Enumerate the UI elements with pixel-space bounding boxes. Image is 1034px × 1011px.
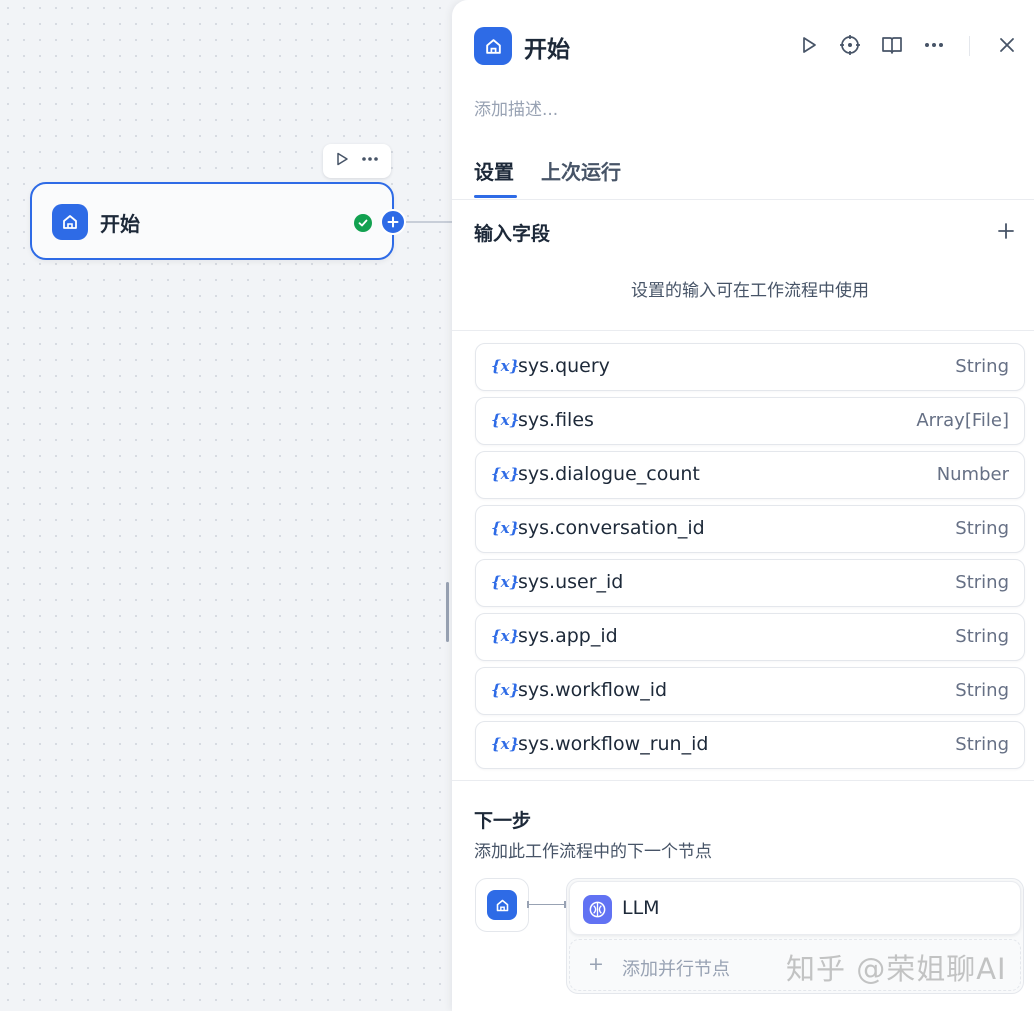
variable-name: sys.workflow_run_id	[518, 733, 709, 755]
variable-name: sys.query	[518, 355, 610, 377]
section-divider	[452, 780, 1034, 781]
run-node-icon[interactable]	[334, 151, 350, 171]
variable-name: sys.app_id	[518, 625, 618, 647]
variable-type: String	[955, 734, 1009, 755]
variable-icon: {x}	[491, 681, 520, 699]
tab-settings[interactable]: 设置	[474, 156, 514, 185]
home-icon	[487, 890, 517, 920]
node-panel: 开始 添加描述... 设置 上次运行 输入字段 设置的输入可在工作流程中使用 {…	[452, 0, 1034, 1011]
variable-type: Number	[936, 464, 1009, 485]
variable-icon: {x}	[491, 627, 520, 645]
variable-icon: {x}	[491, 573, 520, 591]
variable-name: sys.user_id	[518, 571, 624, 593]
variable-type: String	[955, 356, 1009, 377]
active-tab-indicator	[474, 195, 517, 198]
header-divider	[969, 36, 970, 56]
variable-row[interactable]: {x} sys.dialogue_count Number	[475, 451, 1025, 499]
next-node-label: LLM	[622, 897, 660, 919]
home-icon	[474, 27, 512, 65]
add-node-button[interactable]	[380, 209, 406, 235]
watermark: 知乎 @荣姐聊AI	[786, 952, 1007, 986]
more-icon[interactable]	[919, 30, 949, 60]
locate-icon[interactable]	[835, 30, 865, 60]
variable-type: String	[955, 572, 1009, 593]
variable-name: sys.conversation_id	[518, 517, 705, 539]
variable-row[interactable]: {x} sys.query String	[475, 343, 1025, 391]
variable-name: sys.files	[518, 409, 594, 431]
add-parallel-label: 添加并行节点	[622, 959, 730, 980]
variable-row[interactable]: {x} sys.user_id String	[475, 559, 1025, 607]
node-title: 开始	[100, 212, 140, 236]
run-icon[interactable]	[794, 30, 824, 60]
next-step-source	[475, 878, 529, 932]
panel-resize-handle[interactable]	[446, 582, 449, 642]
input-fields-hint: 设置的输入可在工作流程中使用	[631, 281, 869, 301]
book-icon[interactable]	[877, 30, 907, 60]
next-step-description: 添加此工作流程中的下一个节点	[474, 842, 712, 862]
next-node-llm[interactable]: LLM	[569, 881, 1021, 935]
variable-icon: {x}	[491, 465, 520, 483]
llm-icon	[583, 895, 612, 924]
description-input[interactable]: 添加描述...	[474, 95, 558, 120]
home-icon	[52, 204, 88, 240]
variable-type: String	[955, 680, 1009, 701]
variable-icon: {x}	[491, 411, 520, 429]
tab-last-run[interactable]: 上次运行	[541, 156, 621, 185]
tab-divider	[452, 199, 1034, 200]
variable-type: Array[File]	[916, 410, 1009, 431]
plus-icon: +	[588, 953, 604, 975]
connector-cap	[527, 901, 529, 908]
panel-title[interactable]: 开始	[524, 30, 570, 64]
variable-icon: {x}	[491, 357, 520, 375]
variable-row[interactable]: {x} sys.workflow_run_id String	[475, 721, 1025, 769]
start-node[interactable]: 开始	[30, 182, 394, 260]
variable-type: String	[955, 626, 1009, 647]
input-fields-title: 输入字段	[474, 223, 551, 245]
check-icon	[354, 214, 372, 232]
variable-icon: {x}	[491, 735, 520, 753]
edge-line	[406, 221, 452, 223]
variable-type: String	[955, 518, 1009, 539]
close-icon[interactable]	[992, 30, 1022, 60]
add-input-icon[interactable]	[994, 219, 1018, 243]
section-divider	[452, 330, 1034, 331]
variable-name: sys.workflow_id	[518, 679, 668, 701]
node-more-icon[interactable]	[360, 151, 380, 171]
variable-row[interactable]: {x} sys.files Array[File]	[475, 397, 1025, 445]
variable-row[interactable]: {x} sys.conversation_id String	[475, 505, 1025, 553]
node-toolbar	[323, 144, 391, 178]
variable-row[interactable]: {x} sys.app_id String	[475, 613, 1025, 661]
connector-line	[529, 904, 565, 905]
variable-name: sys.dialogue_count	[518, 463, 700, 485]
variable-row[interactable]: {x} sys.workflow_id String	[475, 667, 1025, 715]
variable-icon: {x}	[491, 519, 520, 537]
next-step-title: 下一步	[474, 810, 532, 832]
